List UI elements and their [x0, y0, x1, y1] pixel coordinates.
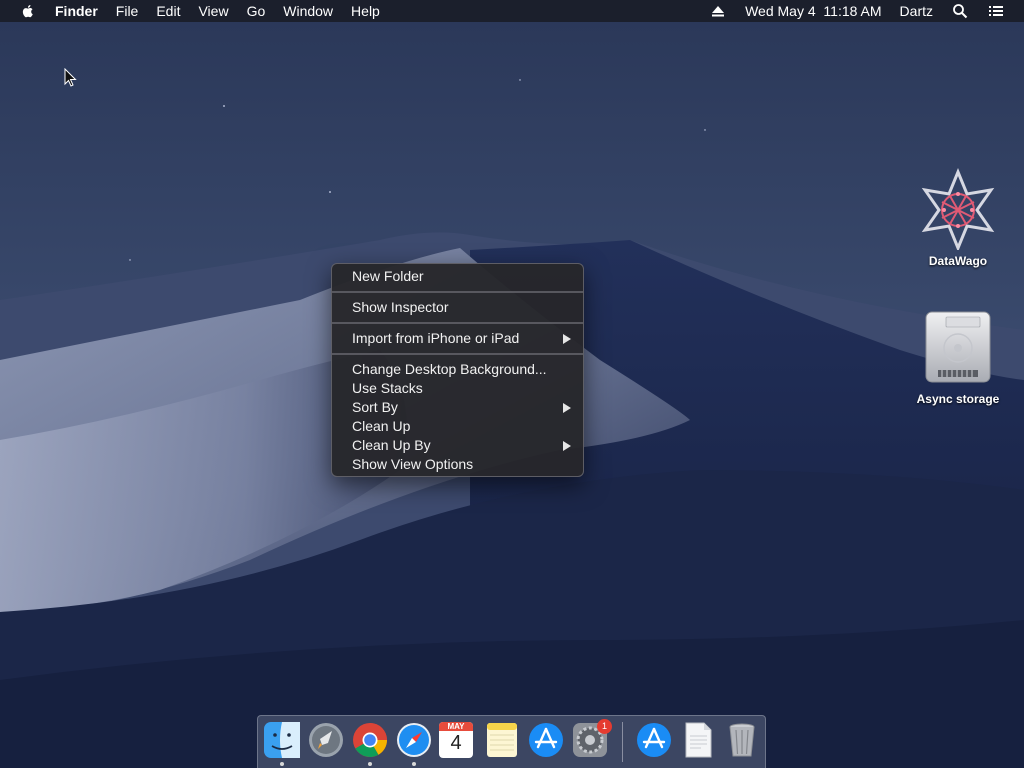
notes-icon[interactable]: [483, 721, 521, 759]
hard-drive-icon: [925, 311, 991, 383]
desktop-icon-label: Async storage: [916, 392, 1000, 406]
datawago-icon: [921, 168, 995, 250]
running-indicator: [368, 762, 372, 766]
menu-separator: [332, 353, 583, 355]
chrome-icon[interactable]: [351, 721, 389, 759]
running-indicator: [412, 762, 416, 766]
mouse-cursor-icon: [64, 68, 77, 87]
menu-item-show-inspector[interactable]: Show Inspector: [332, 298, 583, 317]
submenu-arrow-icon: [563, 403, 571, 413]
calendar-day: 4: [450, 732, 462, 754]
launchpad-icon[interactable]: [307, 721, 345, 759]
trash-icon[interactable]: [723, 721, 761, 759]
document-icon[interactable]: [679, 721, 717, 759]
desktop-icon-label: DataWago: [928, 254, 988, 268]
menu-item-sort-by[interactable]: Sort By: [332, 398, 583, 417]
app-store-icon[interactable]: [635, 721, 673, 759]
menu-item-label: Clean Up By: [352, 437, 431, 453]
menu-go[interactable]: Go: [238, 0, 275, 22]
menu-separator: [332, 322, 583, 324]
menu-item-clean-up-by[interactable]: Clean Up By: [332, 436, 583, 455]
menu-item-new-folder[interactable]: New Folder: [332, 267, 583, 286]
apple-icon[interactable]: [20, 3, 36, 19]
menu-view[interactable]: View: [189, 0, 237, 22]
menu-finder[interactable]: Finder: [46, 0, 107, 22]
menu-help[interactable]: Help: [342, 0, 389, 22]
running-indicator: [280, 762, 284, 766]
menu-user[interactable]: Dartz: [891, 0, 942, 22]
dock-divider: [622, 722, 623, 762]
submenu-arrow-icon: [563, 441, 571, 451]
menu-separator: [332, 291, 583, 293]
submenu-arrow-icon: [563, 334, 571, 344]
dock: MAY 4 1: [257, 715, 766, 768]
safari-icon[interactable]: [395, 721, 433, 759]
menu-item-import-from-iphone[interactable]: Import from iPhone or iPad: [332, 329, 583, 348]
notification-center-icon[interactable]: [988, 3, 1004, 19]
spotlight-search-icon[interactable]: [952, 3, 968, 19]
calendar-month: MAY: [439, 722, 473, 731]
notification-badge: 1: [597, 719, 612, 734]
menu-window[interactable]: Window: [274, 0, 342, 22]
menu-item-label: Sort By: [352, 399, 398, 415]
calendar-icon[interactable]: MAY 4: [439, 722, 473, 758]
finder-icon[interactable]: [263, 721, 301, 759]
app-store-icon[interactable]: [527, 721, 565, 759]
desktop-icon-async-storage[interactable]: Async storage: [903, 308, 1013, 406]
menu-item-show-view-options[interactable]: Show View Options: [332, 455, 583, 474]
eject-icon[interactable]: [710, 3, 726, 19]
menu-item-change-desktop-background[interactable]: Change Desktop Background...: [332, 360, 583, 379]
menu-file[interactable]: File: [107, 0, 148, 22]
menu-item-use-stacks[interactable]: Use Stacks: [332, 379, 583, 398]
desktop-icon-datawago[interactable]: DataWago: [903, 168, 1013, 268]
menu-item-label: Import from iPhone or iPad: [352, 330, 520, 346]
menu-bar: Finder File Edit View Go Window Help Wed…: [0, 0, 1024, 22]
menu-edit[interactable]: Edit: [147, 0, 189, 22]
menu-clock[interactable]: Wed May 4 11:18 AM: [736, 0, 890, 22]
desktop-context-menu: New Folder Show Inspector Import from iP…: [331, 263, 584, 477]
menu-item-clean-up[interactable]: Clean Up: [332, 417, 583, 436]
